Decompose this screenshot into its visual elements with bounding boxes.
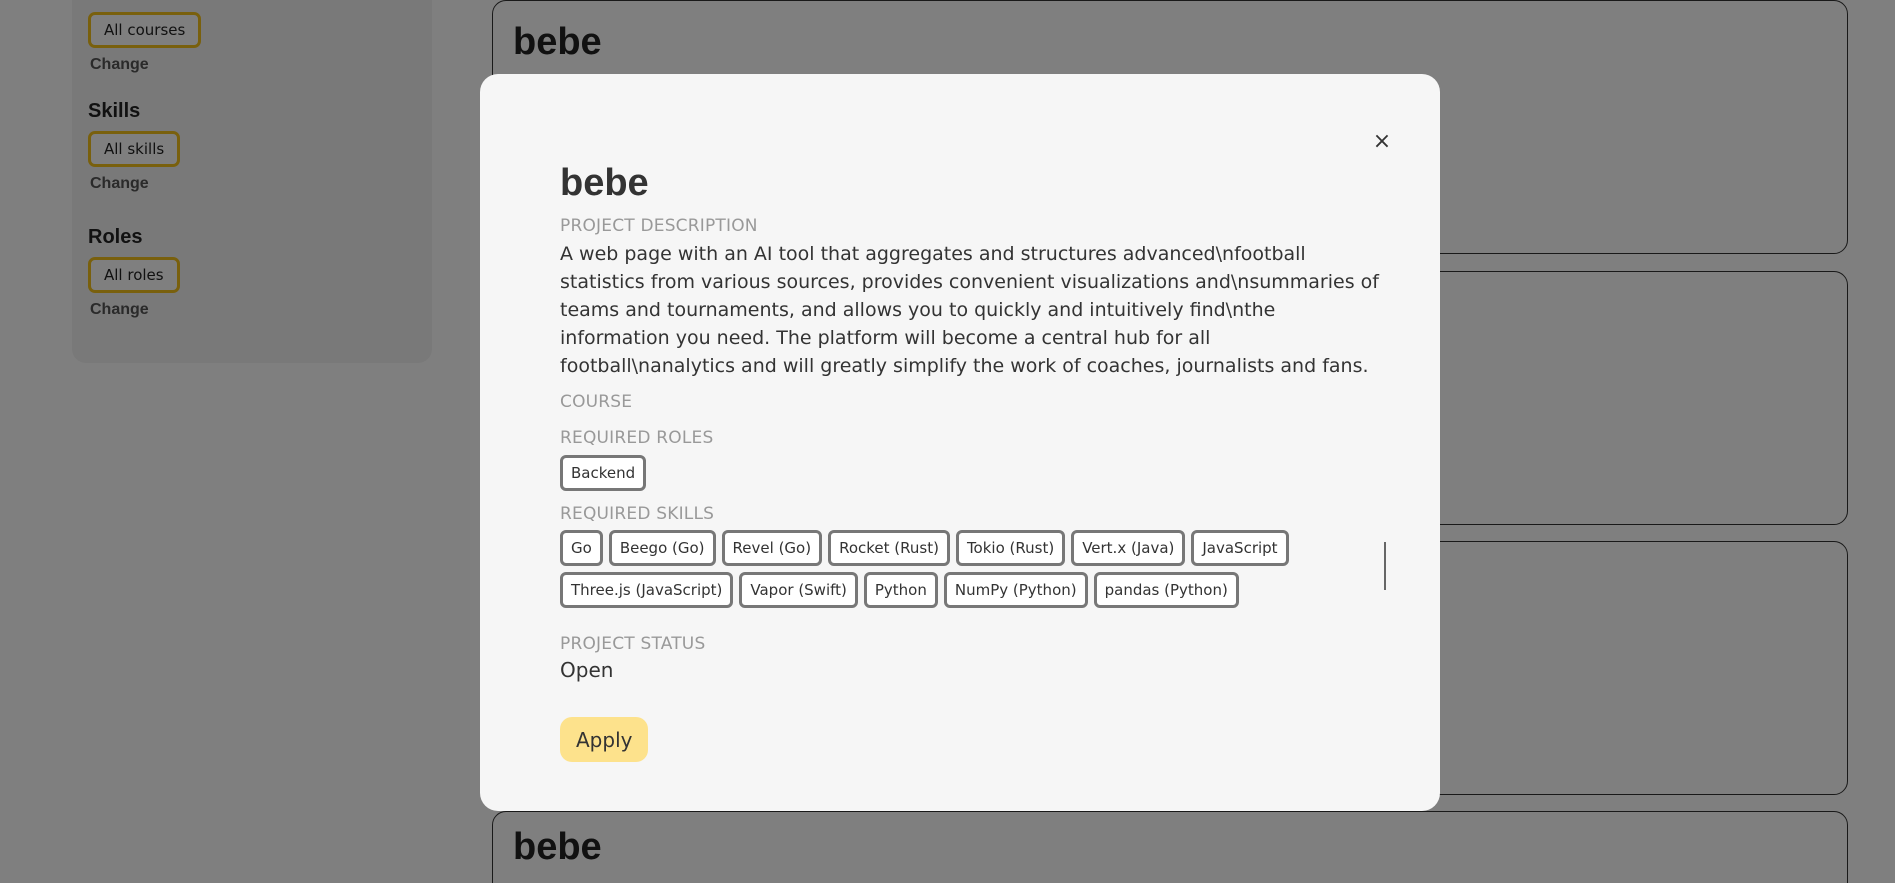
skill-tag: Revel (Go) [721, 530, 823, 566]
roles-tag-list: Backend [560, 455, 647, 491]
apply-button[interactable]: Apply [560, 717, 649, 762]
skill-tag: Vert.x (Java) [1071, 530, 1186, 566]
skill-tag: Beego (Go) [608, 530, 716, 566]
skill-tag: JavaScript [1191, 530, 1289, 566]
required-skills-label: REQUIRED SKILLS [560, 504, 715, 524]
skills-scroll-area[interactable]: Go Beego (Go) Revel (Go) Rocket (Rust) T… [560, 530, 1390, 622]
skill-tag: pandas (Python) [1093, 572, 1239, 608]
project-status-label: PROJECT STATUS [560, 634, 706, 654]
skills-scrollbar[interactable] [1384, 542, 1386, 590]
project-description: A web page with an AI tool that aggregat… [560, 243, 1379, 377]
modal-project-title: bebe [560, 162, 649, 204]
skill-tag: Three.js (JavaScript) [560, 572, 734, 608]
role-tag: Backend [560, 455, 647, 491]
skill-tag: Go [560, 530, 603, 566]
close-icon[interactable]: × [1368, 128, 1396, 156]
course-label: COURSE [560, 392, 633, 412]
skill-tag: Rocket (Rust) [828, 530, 950, 566]
skill-tag: Tokio (Rust) [955, 530, 1066, 566]
description-label: PROJECT DESCRIPTION [560, 216, 758, 236]
skill-tag: NumPy (Python) [943, 572, 1088, 608]
skill-tag: Python [863, 572, 938, 608]
project-status-value: Open [560, 658, 614, 682]
skill-tag: Vapor (Swift) [739, 572, 858, 608]
skills-tag-list: Go Beego (Go) Revel (Go) Rocket (Rust) T… [560, 530, 1390, 608]
required-roles-label: REQUIRED ROLES [560, 428, 714, 448]
